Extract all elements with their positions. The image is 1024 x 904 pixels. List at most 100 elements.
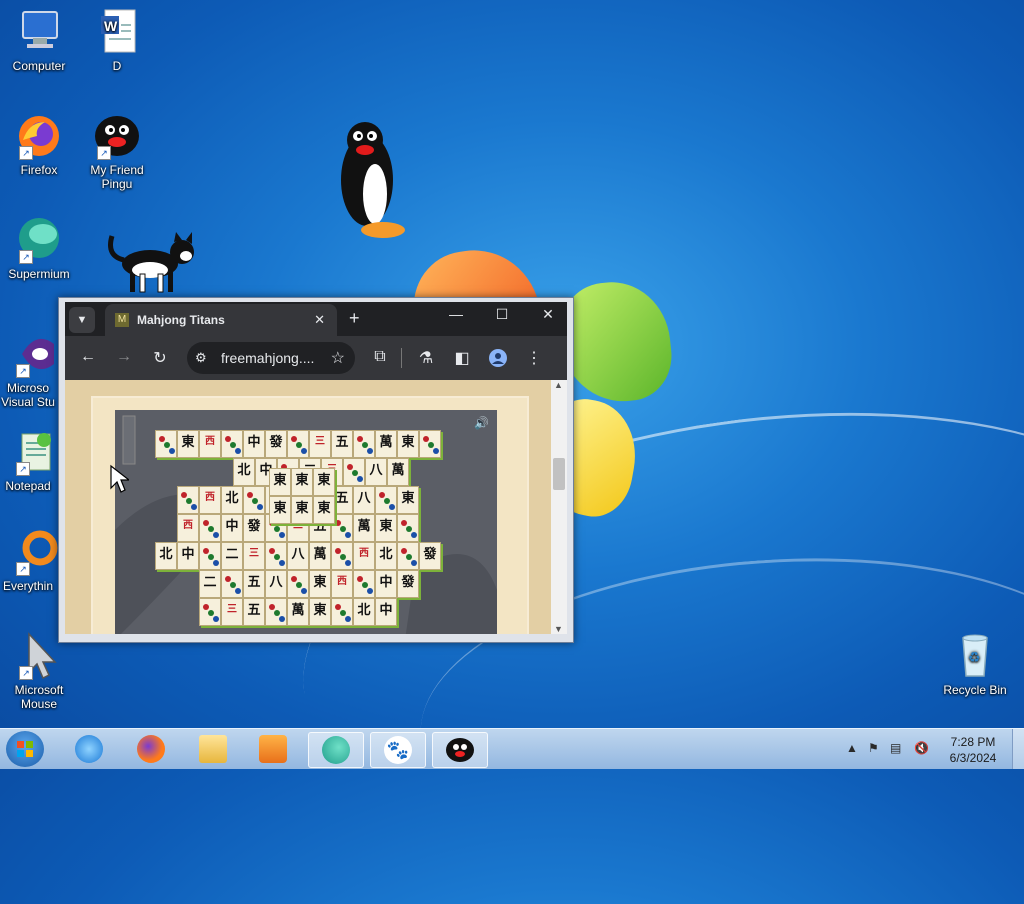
mahjong-tile[interactable] <box>155 430 177 458</box>
mahjong-tile[interactable] <box>265 598 287 626</box>
mahjong-tile[interactable] <box>243 486 265 514</box>
mahjong-tile[interactable] <box>265 542 287 570</box>
mahjong-tile[interactable] <box>397 514 419 542</box>
maximize-button[interactable]: ☐ <box>487 306 517 323</box>
mahjong-tile[interactable]: 萬 <box>375 430 397 458</box>
pingu-desktop-pet[interactable] <box>335 118 409 242</box>
vertical-scrollbar[interactable]: ▲ ▼ <box>551 380 567 634</box>
mahjong-tile[interactable]: 北 <box>233 458 255 486</box>
action-center-flag-icon[interactable]: ⚑ <box>868 741 879 755</box>
taskbar-supermium[interactable] <box>308 732 364 768</box>
extensions-icon[interactable]: ⧉ <box>369 348 391 366</box>
mahjong-tile[interactable]: 中 <box>375 570 397 598</box>
system-clock[interactable]: 7:28 PM 6/3/2024 <box>940 734 1006 766</box>
mahjong-tile[interactable]: 東 <box>375 514 397 542</box>
taskbar-firefox[interactable] <box>124 732 178 766</box>
mahjong-tile[interactable]: 東 <box>309 598 331 626</box>
mahjong-tile[interactable]: 中 <box>243 430 265 458</box>
labs-flask-icon[interactable]: ⚗ <box>415 348 437 368</box>
close-button[interactable]: ✕ <box>533 306 563 323</box>
mahjong-tile[interactable]: 東 <box>291 496 313 524</box>
desktop-icon-recycle-bin[interactable]: ♻ Recycle Bin <box>939 632 1011 697</box>
forward-button[interactable]: → <box>113 348 135 366</box>
mahjong-tile[interactable]: 八 <box>287 542 309 570</box>
desktop-icon-computer[interactable]: Computer <box>3 8 75 73</box>
mahjong-tile[interactable]: 西 <box>353 542 375 570</box>
tab-search-button[interactable]: ▼ <box>69 307 95 333</box>
mahjong-tile[interactable]: 東 <box>397 486 419 514</box>
mahjong-tile[interactable]: 東 <box>269 496 291 524</box>
mahjong-tile[interactable] <box>419 430 441 458</box>
mahjong-tile[interactable]: 三 <box>309 430 331 458</box>
new-tab-button[interactable]: + <box>349 308 360 329</box>
scroll-up-arrow[interactable]: ▲ <box>554 380 563 390</box>
desktop-icon-firefox[interactable]: ↗ Firefox <box>3 112 75 177</box>
mahjong-tile[interactable]: 三 <box>243 542 265 570</box>
start-button[interactable] <box>6 731 44 767</box>
mahjong-tile[interactable]: 發 <box>419 542 441 570</box>
mahjong-tile[interactable]: 萬 <box>353 514 375 542</box>
mahjong-tile[interactable]: 萬 <box>387 458 409 486</box>
speaker-icon[interactable]: 🔊 <box>474 416 489 430</box>
minimize-button[interactable]: — <box>441 306 471 322</box>
profile-avatar-icon[interactable] <box>487 348 509 373</box>
cat-desktop-pet[interactable] <box>106 226 200 296</box>
mahjong-tile[interactable]: 五 <box>331 430 353 458</box>
mahjong-tile[interactable]: 三 <box>221 598 243 626</box>
mahjong-tile[interactable] <box>331 598 353 626</box>
mahjong-tile[interactable]: 東 <box>309 570 331 598</box>
site-settings-icon[interactable]: ⚙ <box>195 350 207 366</box>
mahjong-tile[interactable]: 八 <box>353 486 375 514</box>
mahjong-tile[interactable]: 萬 <box>287 598 309 626</box>
mahjong-tile[interactable]: 東 <box>291 468 313 496</box>
taskbar-ie[interactable] <box>62 732 116 766</box>
tab-mahjong-titans[interactable]: M Mahjong Titans ✕ <box>105 304 337 336</box>
taskbar-paw[interactable]: 🐾 <box>370 732 426 768</box>
mahjong-tile[interactable]: 東 <box>313 496 335 524</box>
mahjong-tile[interactable]: 北 <box>155 542 177 570</box>
mahjong-tile[interactable]: 西 <box>177 514 199 542</box>
mahjong-tile[interactable]: 北 <box>221 486 243 514</box>
mahjong-tile[interactable]: 北 <box>353 598 375 626</box>
mahjong-tile[interactable]: 東 <box>397 430 419 458</box>
mahjong-tile[interactable] <box>287 430 309 458</box>
mahjong-tile[interactable] <box>221 430 243 458</box>
desktop-icon-pingu[interactable]: ↗ My Friend Pingu <box>81 112 153 191</box>
mahjong-tile[interactable] <box>397 542 419 570</box>
mahjong-tile[interactable]: 中 <box>177 542 199 570</box>
scrollbar-thumb[interactable] <box>553 458 565 490</box>
volume-muted-icon[interactable]: 🔇 <box>914 741 929 755</box>
mahjong-tile[interactable]: 中 <box>221 514 243 542</box>
scroll-down-arrow[interactable]: ▼ <box>554 624 563 634</box>
side-panel-icon[interactable]: ◧ <box>451 348 473 368</box>
taskbar-explorer[interactable] <box>186 732 240 766</box>
network-icon[interactable]: ▤ <box>890 741 901 755</box>
address-bar[interactable]: ⚙ freemahjong.... ☆ <box>187 342 355 374</box>
taskbar-pingu[interactable] <box>432 732 488 768</box>
show-hidden-icons[interactable]: ▲ <box>846 741 858 755</box>
mahjong-tile[interactable]: 發 <box>265 430 287 458</box>
mahjong-tile[interactable] <box>287 570 309 598</box>
mahjong-tile[interactable] <box>221 570 243 598</box>
browser-window[interactable]: ▼ M Mahjong Titans ✕ + — ☐ ✕ ← → ↻ ⚙ fre… <box>58 297 574 643</box>
mahjong-tile[interactable] <box>199 514 221 542</box>
mahjong-tile[interactable] <box>353 430 375 458</box>
desktop-icon-mouse[interactable]: ↗ Microsoft Mouse <box>3 632 75 711</box>
bookmark-star-icon[interactable]: ☆ <box>331 348 345 368</box>
mahjong-tile[interactable]: 北 <box>375 542 397 570</box>
mahjong-tile[interactable]: 八 <box>365 458 387 486</box>
tab-close-icon[interactable]: ✕ <box>314 312 325 328</box>
mahjong-tile[interactable]: 東 <box>269 468 291 496</box>
mahjong-tile[interactable]: 萬 <box>309 542 331 570</box>
mahjong-tile[interactable]: 五 <box>243 570 265 598</box>
mahjong-tile[interactable]: 西 <box>331 570 353 598</box>
mahjong-tile[interactable]: 東 <box>177 430 199 458</box>
mahjong-tile[interactable] <box>353 570 375 598</box>
back-button[interactable]: ← <box>77 348 99 366</box>
mahjong-tile[interactable]: 東 <box>313 468 335 496</box>
mahjong-tile[interactable] <box>375 486 397 514</box>
mahjong-tile[interactable]: 西 <box>199 486 221 514</box>
mahjong-tile[interactable] <box>199 598 221 626</box>
menu-kebab-icon[interactable]: ⋮ <box>523 348 545 368</box>
mahjong-tile[interactable]: 中 <box>375 598 397 626</box>
